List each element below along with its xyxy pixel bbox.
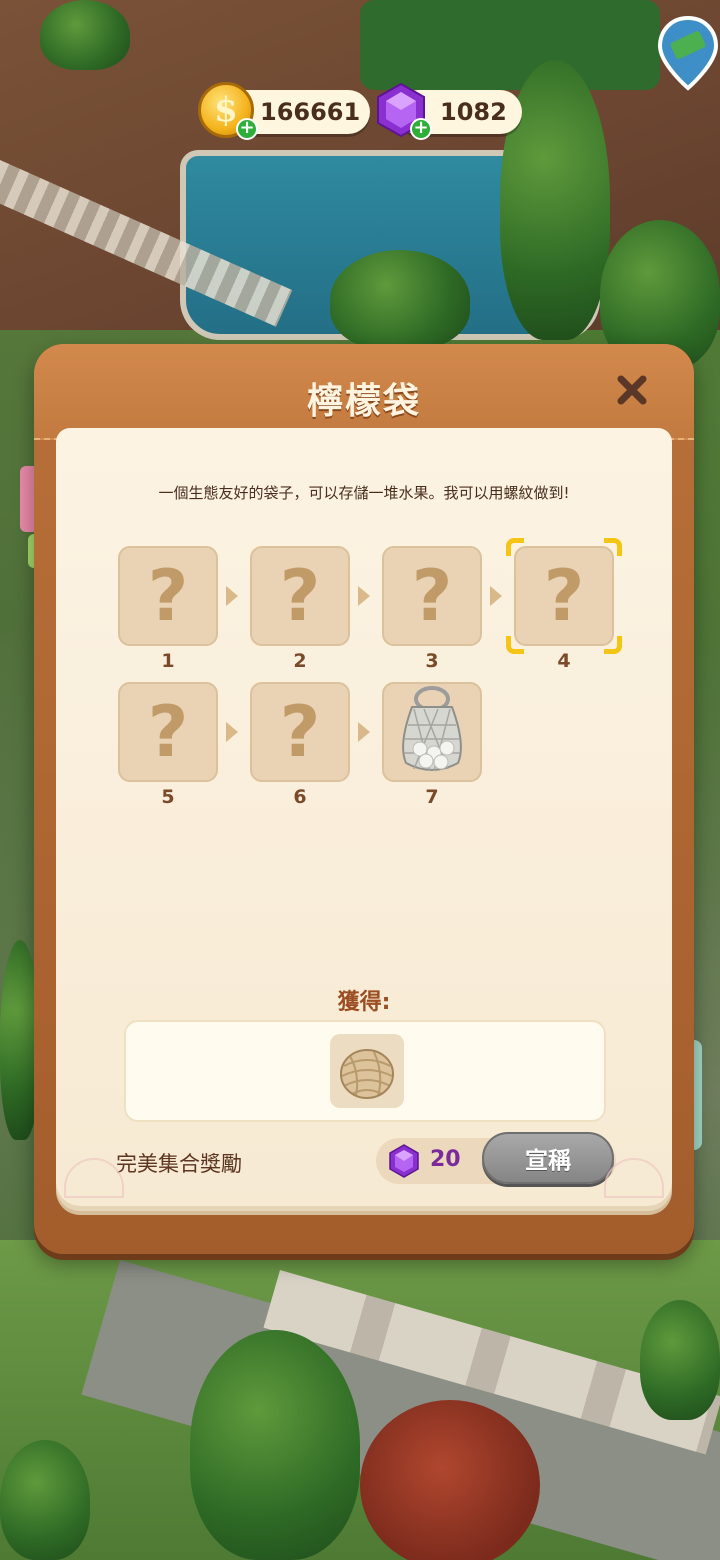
question-mark-icon: ? bbox=[147, 555, 189, 637]
collection-step-4[interactable]: ? bbox=[514, 546, 614, 646]
shrub bbox=[0, 1440, 90, 1560]
step-number: 1 bbox=[161, 650, 175, 672]
selection-corner bbox=[604, 538, 622, 556]
step-number: 7 bbox=[425, 786, 439, 808]
collection-step-1[interactable]: ? bbox=[118, 546, 218, 646]
collection-step-2[interactable]: ? bbox=[250, 546, 350, 646]
gem-icon bbox=[389, 1144, 419, 1178]
shrub bbox=[330, 250, 470, 350]
perfect-set-reward: 20 宣稱 bbox=[376, 1132, 616, 1184]
map-pin-icon[interactable] bbox=[656, 14, 720, 92]
close-icon bbox=[617, 375, 647, 405]
mesh-bag-icon bbox=[402, 686, 462, 772]
reward-label: 獲得: bbox=[337, 990, 391, 1015]
arrow-icon bbox=[490, 586, 502, 606]
close-button[interactable] bbox=[612, 370, 652, 410]
reward-box bbox=[124, 1020, 606, 1122]
corner-ornament bbox=[64, 1158, 124, 1198]
add-coins-icon[interactable]: + bbox=[236, 118, 258, 140]
arrow-icon bbox=[226, 722, 238, 742]
question-mark-icon: ? bbox=[411, 555, 453, 637]
reward-item[interactable] bbox=[330, 1034, 404, 1108]
coin-count: 166661 bbox=[260, 98, 361, 126]
step-number: 4 bbox=[557, 650, 571, 672]
red-tree bbox=[360, 1400, 540, 1560]
question-mark-icon: ? bbox=[279, 555, 321, 637]
arrow-icon bbox=[358, 586, 370, 606]
collection-step-5[interactable]: ? bbox=[118, 682, 218, 782]
collection-page: 一個生態友好的袋子，可以存儲一堆水果。我可以用螺紋做到! ? 1 ? 2 ? 3… bbox=[56, 428, 672, 1206]
plant bbox=[40, 0, 130, 70]
collection-step-7[interactable] bbox=[382, 682, 482, 782]
step-number: 3 bbox=[425, 650, 439, 672]
collection-panel: 檸檬袋 一個生態友好的袋子，可以存儲一堆水果。我可以用螺紋做到! ? 1 ? 2… bbox=[34, 344, 694, 1254]
hedge-background bbox=[360, 0, 660, 90]
tree bbox=[190, 1330, 360, 1560]
collection-step-6[interactable]: ? bbox=[250, 682, 350, 782]
step-number: 5 bbox=[161, 786, 175, 808]
step-number: 2 bbox=[293, 650, 307, 672]
shrub bbox=[640, 1300, 720, 1420]
question-mark-icon: ? bbox=[543, 555, 585, 637]
step-number: 6 bbox=[293, 786, 307, 808]
perfect-set-label: 完美集合獎勵 bbox=[116, 1152, 242, 1176]
perfect-set-gem-amount: 20 bbox=[430, 1147, 461, 1172]
arrow-icon bbox=[226, 586, 238, 606]
selection-corner bbox=[506, 538, 524, 556]
add-gems-icon[interactable]: + bbox=[410, 118, 432, 140]
collection-title: 檸檬袋 bbox=[306, 381, 421, 422]
item-description: 一個生態友好的袋子，可以存儲一堆水果。我可以用螺紋做到! bbox=[158, 484, 570, 502]
question-mark-icon: ? bbox=[279, 691, 321, 773]
gem-count: 1082 bbox=[440, 98, 507, 126]
collection-step-3[interactable]: ? bbox=[382, 546, 482, 646]
arrow-icon bbox=[358, 722, 370, 742]
question-mark-icon: ? bbox=[147, 691, 189, 773]
claim-button[interactable]: 宣稱 bbox=[482, 1132, 614, 1184]
twine-spool-icon bbox=[340, 1049, 394, 1099]
